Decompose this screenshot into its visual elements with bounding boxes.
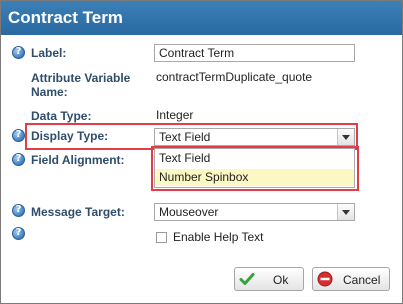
label-field-label: Label: [31, 46, 67, 60]
message-target-selected-value: Mouseover [159, 205, 219, 219]
field-alignment-help-icon[interactable] [12, 153, 25, 166]
display-type-help-icon[interactable] [12, 129, 25, 142]
attribute-variable-label-line1: Attribute Variable [31, 71, 131, 85]
field-alignment-label: Field Alignment: [31, 153, 125, 167]
attribute-variable-value: contractTermDuplicate_quote [156, 70, 313, 84]
checkmark-icon [239, 273, 255, 285]
data-type-value: Integer [156, 108, 194, 122]
contract-term-dialog: Contract Term Label: Contract Term Attri… [0, 0, 403, 304]
message-target-help-icon[interactable] [12, 204, 25, 217]
enable-help-text-checkbox[interactable] [156, 232, 167, 243]
cancel-button-label: Cancel [343, 273, 381, 287]
highlight-box-dropdown [151, 146, 359, 191]
label-input[interactable]: Contract Term [154, 44, 355, 62]
ok-button[interactable]: Ok [234, 267, 304, 291]
cancel-button[interactable]: Cancel [312, 267, 390, 291]
data-type-label: Data Type: [31, 109, 92, 123]
enable-help-text-label: Enable Help Text [173, 230, 264, 244]
message-target-label: Message Target: [31, 205, 125, 219]
ok-button-label: Ok [273, 273, 289, 287]
attribute-variable-label-line2: Name: [31, 85, 68, 99]
label-help-icon[interactable] [12, 46, 25, 59]
dialog-title: Contract Term [8, 8, 123, 27]
cancel-icon [317, 271, 333, 287]
dialog-title-bar: Contract Term [1, 1, 402, 35]
help-text-help-icon[interactable] [12, 227, 25, 240]
message-target-select[interactable]: Mouseover [154, 203, 355, 221]
chevron-down-icon[interactable] [337, 204, 354, 220]
